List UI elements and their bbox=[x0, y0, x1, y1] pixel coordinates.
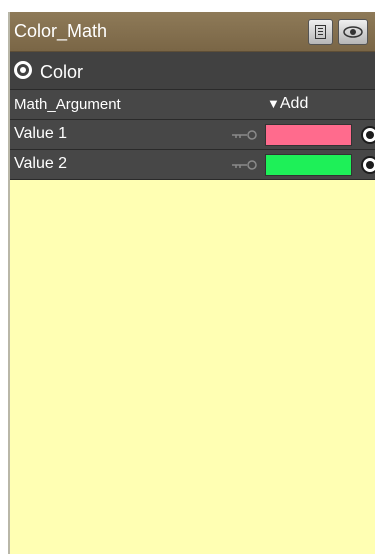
param-row-value-2: Value 2 bbox=[10, 150, 375, 180]
color-swatch-value-1[interactable] bbox=[265, 124, 352, 146]
node-title: Color_Math bbox=[14, 21, 108, 41]
param-label: Value 1 bbox=[14, 125, 68, 142]
output-circle-icon bbox=[14, 61, 32, 79]
color-swatch-value-2[interactable] bbox=[265, 154, 352, 176]
param-label: Value 2 bbox=[14, 155, 68, 172]
key-icon[interactable] bbox=[230, 129, 260, 141]
output-header[interactable]: Color bbox=[10, 52, 375, 90]
math-argument-value: Add bbox=[279, 95, 309, 112]
math-argument-label: Math_Argument bbox=[14, 96, 121, 113]
triangle-down-icon: ▼ bbox=[267, 96, 280, 111]
color-math-node: Color_Math Color Math_Argument ▼Add Valu… bbox=[8, 12, 375, 554]
doc-button[interactable] bbox=[308, 19, 333, 45]
output-label: Color bbox=[40, 62, 84, 82]
math-argument-row: Math_Argument ▼Add bbox=[10, 90, 375, 120]
param-row-value-1: Value 1 bbox=[10, 120, 375, 150]
math-argument-dropdown[interactable]: ▼Add bbox=[267, 95, 308, 113]
document-icon bbox=[315, 25, 326, 39]
preview-button[interactable] bbox=[338, 19, 368, 45]
input-connector-icon[interactable] bbox=[361, 156, 375, 174]
input-connector-icon[interactable] bbox=[361, 126, 375, 144]
node-titlebar[interactable]: Color_Math bbox=[10, 12, 375, 52]
key-icon[interactable] bbox=[230, 159, 260, 171]
eye-icon bbox=[343, 26, 363, 38]
